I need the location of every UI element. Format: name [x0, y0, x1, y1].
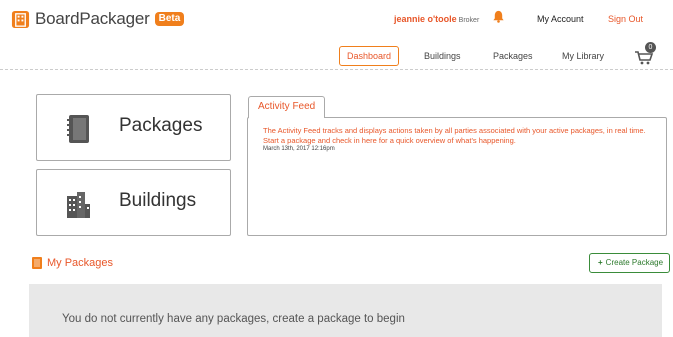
nav-dashboard[interactable]: Dashboard — [339, 46, 399, 66]
create-package-button[interactable]: + Create Package — [589, 253, 670, 273]
building-logo-icon — [11, 10, 30, 28]
nav-buildings[interactable]: Buildings — [424, 46, 461, 66]
app-name: BoardPackager — [35, 9, 150, 28]
empty-state-message: You do not currently have any packages, … — [62, 313, 405, 325]
binder-icon — [67, 115, 89, 143]
bell-icon[interactable] — [492, 10, 505, 23]
my-packages-title: My Packages — [47, 257, 114, 269]
top-header: BoardPackager Beta jeannie o'toole Broker… — [0, 0, 673, 70]
user-role: Broker — [458, 17, 480, 24]
user-name[interactable]: jeannie o'toole Broker — [394, 14, 479, 24]
packages-empty-state: You do not currently have any packages, … — [29, 284, 662, 337]
buildings-tile-label: Buildings — [119, 190, 197, 211]
nav-packages[interactable]: Packages — [493, 46, 533, 66]
my-packages-icon — [32, 257, 42, 269]
nav-my-library[interactable]: My Library — [562, 46, 604, 66]
activity-feed-panel: The Activity Feed tracks and displays ac… — [247, 117, 667, 236]
plus-icon: + — [598, 258, 603, 267]
sign-out-link[interactable]: Sign Out — [608, 14, 643, 24]
create-package-label: Create Package — [605, 258, 664, 267]
packages-tile[interactable]: Packages — [36, 94, 231, 161]
app-logo[interactable]: BoardPackager Beta — [11, 9, 185, 29]
buildings-icon — [67, 192, 90, 218]
cart-count-badge: 0 — [645, 42, 656, 53]
activity-feed-timestamp: March 13th, 2017 12:16pm — [263, 146, 335, 152]
activity-feed-tab[interactable]: Activity Feed — [248, 96, 326, 118]
my-account-link[interactable]: My Account — [537, 14, 584, 24]
packages-tile-label: Packages — [119, 115, 203, 136]
buildings-tile[interactable]: Buildings — [36, 169, 231, 236]
beta-badge: Beta — [154, 12, 185, 26]
activity-feed-message: The Activity Feed tracks and displays ac… — [263, 126, 646, 145]
user-name-text: jeannie o'toole — [394, 14, 457, 24]
